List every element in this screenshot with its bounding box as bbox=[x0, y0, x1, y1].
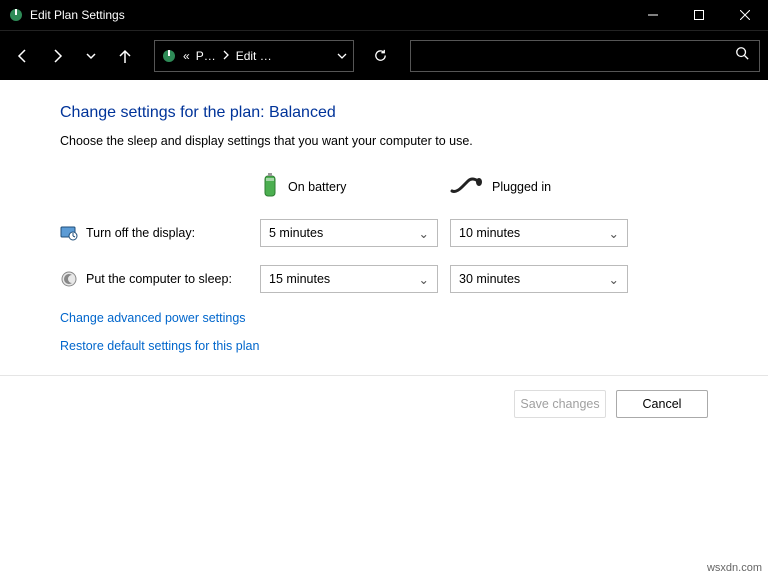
app-icon bbox=[8, 7, 24, 23]
moon-icon bbox=[60, 270, 78, 288]
display-label-text: Turn off the display: bbox=[86, 226, 195, 240]
page-subheading: Choose the sleep and display settings th… bbox=[60, 134, 708, 148]
up-button[interactable] bbox=[110, 41, 140, 71]
chevron-down-icon: ⌄ bbox=[609, 226, 619, 241]
plugged-in-label: Plugged in bbox=[492, 180, 551, 194]
chevron-down-icon: ⌄ bbox=[609, 272, 619, 287]
row-turn-off-display: Turn off the display: 5 minutes ⌄ 10 min… bbox=[60, 219, 708, 247]
column-headers: On battery Plugged in bbox=[60, 172, 708, 201]
window-title: Edit Plan Settings bbox=[30, 8, 125, 22]
maximize-button[interactable] bbox=[676, 0, 722, 30]
search-box[interactable] bbox=[410, 40, 760, 72]
display-battery-value: 5 minutes bbox=[269, 226, 323, 240]
row-sleep: Put the computer to sleep: 15 minutes ⌄ … bbox=[60, 265, 708, 293]
cancel-button[interactable]: Cancel bbox=[616, 390, 708, 418]
display-plugged-select[interactable]: 10 minutes ⌄ bbox=[450, 219, 628, 247]
chevron-down-icon: ⌄ bbox=[419, 272, 429, 287]
display-icon bbox=[60, 224, 78, 242]
recent-locations-button[interactable] bbox=[76, 41, 106, 71]
nav-bar: « P… Edit … bbox=[0, 30, 768, 80]
chevron-right-icon bbox=[222, 49, 230, 63]
chevron-down-icon: ⌄ bbox=[419, 226, 429, 241]
breadcrumb-current: Edit … bbox=[236, 49, 272, 63]
battery-icon bbox=[260, 172, 280, 201]
minimize-button[interactable] bbox=[630, 0, 676, 30]
save-button[interactable]: Save changes bbox=[514, 390, 606, 418]
plugged-in-header: Plugged in bbox=[450, 175, 640, 198]
forward-button[interactable] bbox=[42, 41, 72, 71]
on-battery-label: On battery bbox=[288, 180, 346, 194]
content-area: Change settings for the plan: Balanced C… bbox=[0, 80, 768, 353]
display-battery-select[interactable]: 5 minutes ⌄ bbox=[260, 219, 438, 247]
sleep-plugged-select[interactable]: 30 minutes ⌄ bbox=[450, 265, 628, 293]
refresh-button[interactable] bbox=[364, 40, 396, 72]
sleep-plugged-value: 30 minutes bbox=[459, 272, 520, 286]
breadcrumb[interactable]: « P… Edit … bbox=[154, 40, 354, 72]
page-heading: Change settings for the plan: Balanced bbox=[60, 104, 708, 122]
breadcrumb-parent: P… bbox=[196, 49, 216, 63]
sleep-battery-value: 15 minutes bbox=[269, 272, 330, 286]
sleep-battery-select[interactable]: 15 minutes ⌄ bbox=[260, 265, 438, 293]
chevron-down-icon[interactable] bbox=[337, 49, 347, 63]
restore-defaults-link[interactable]: Restore default settings for this plan bbox=[60, 339, 708, 353]
advanced-settings-link[interactable]: Change advanced power settings bbox=[60, 311, 708, 325]
back-button[interactable] bbox=[8, 41, 38, 71]
search-icon bbox=[735, 46, 749, 65]
links-section: Change advanced power settings Restore d… bbox=[60, 311, 708, 353]
breadcrumb-prefix: « bbox=[183, 49, 190, 63]
display-row-label: Turn off the display: bbox=[60, 224, 260, 242]
display-plugged-value: 10 minutes bbox=[459, 226, 520, 240]
watermark: wsxdn.com bbox=[707, 562, 762, 574]
plug-icon bbox=[450, 175, 484, 198]
sleep-row-label: Put the computer to sleep: bbox=[60, 270, 260, 288]
sleep-label-text: Put the computer to sleep: bbox=[86, 272, 232, 286]
power-options-icon bbox=[161, 48, 177, 64]
close-button[interactable] bbox=[722, 0, 768, 30]
on-battery-header: On battery bbox=[260, 172, 450, 201]
footer-buttons: Save changes Cancel bbox=[0, 376, 768, 418]
title-bar: Edit Plan Settings bbox=[0, 0, 768, 30]
